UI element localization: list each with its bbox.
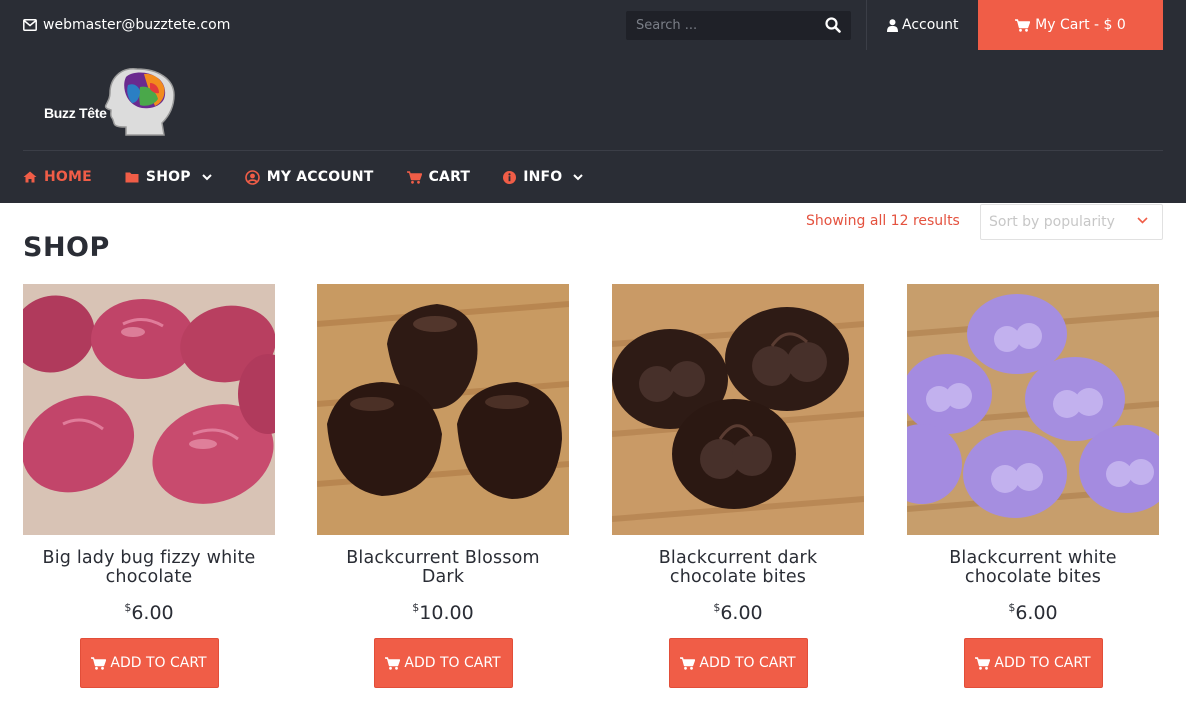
account-link[interactable]: Account [887,0,959,50]
product-name[interactable]: Blackcurrent white chocolate bites [907,549,1159,587]
product-name[interactable]: Big lady bug fizzy white chocolate [23,549,275,587]
add-to-cart-button[interactable]: ADD TO CART [668,638,808,688]
cart-icon [406,170,422,184]
search-input[interactable] [626,18,816,33]
main-nav: HOME SHOP MY ACCOUNT CART INFO [23,151,616,203]
product-price: $6.00 [612,601,864,624]
folder-icon [125,172,139,183]
product-card: Blackcurrent Blossom Dark $10.00 ADD TO … [317,284,569,688]
product-image-dark-domes[interactable] [317,284,569,535]
price-value: 10.00 [419,602,474,624]
product-card: Blackcurrent white chocolate bites $6.00… [907,284,1159,688]
brain-head-logo[interactable] [40,63,180,143]
add-to-cart-label: ADD TO CART [110,655,207,671]
price-value: 6.00 [131,602,174,624]
add-to-cart-button[interactable]: ADD TO CART [963,638,1103,688]
nav-item-my-account[interactable]: MY ACCOUNT [244,169,374,185]
add-to-cart-button[interactable]: ADD TO CART [79,638,219,688]
site-header: Buzz Tête HOME SHOP MY ACCOUNT CART INFO [0,50,1186,203]
home-icon [23,171,37,183]
nav-label-my-account: MY ACCOUNT [266,169,374,185]
product-price: $6.00 [907,601,1159,624]
price-value: 6.00 [720,602,763,624]
nav-label-cart: CART [428,169,471,185]
add-to-cart-label: ADD TO CART [994,655,1091,671]
nav-label-shop: SHOP [145,169,191,185]
add-to-cart-label: ADD TO CART [699,655,796,671]
search-box [626,11,851,40]
user-circle-icon [244,169,260,185]
add-to-cart-label: ADD TO CART [404,655,501,671]
product-name[interactable]: Blackcurrent Blossom Dark [317,549,569,587]
account-label: Account [902,17,959,33]
cart-icon [1015,18,1031,32]
cart-icon [91,656,107,670]
search-icon[interactable] [825,17,841,33]
email-text: webmaster@buzztete.com [43,17,231,33]
cart-icon [680,656,696,670]
chevron-down-icon [1137,217,1148,224]
product-image-dark-cherries[interactable] [612,284,864,535]
topbar-divider [866,0,867,50]
email-link[interactable]: webmaster@buzztete.com [23,0,230,50]
price-value: 6.00 [1015,602,1058,624]
product-name[interactable]: Blackcurrent dark chocolate bites [612,549,864,587]
add-to-cart-button[interactable]: ADD TO CART [373,638,513,688]
nav-item-info[interactable]: INFO [503,169,584,185]
cart-icon [975,656,991,670]
logo-text: Buzz Tête [44,105,107,121]
chevron-down-icon [201,173,212,180]
results-count: Showing all 12 results [806,213,960,229]
page-title: SHOP [23,232,110,263]
user-icon [887,18,898,32]
product-price: $6.00 [23,601,275,624]
product-price: $10.00 [317,601,569,624]
sort-select-value: Sort by popularity [989,214,1115,230]
cart-icon [385,656,401,670]
nav-label-home: HOME [44,169,92,185]
info-icon [503,170,517,184]
chevron-down-icon [573,173,584,180]
nav-item-shop[interactable]: SHOP [125,169,212,185]
envelope-icon [23,19,37,31]
product-card: Big lady bug fizzy white chocolate $6.00… [23,284,275,688]
my-cart-button[interactable]: My Cart - $ 0 [978,0,1163,50]
nav-label-info: INFO [523,169,563,185]
top-bar: webmaster@buzztete.com Account My Cart -… [0,0,1186,50]
product-card: Blackcurrent dark chocolate bites $6.00 … [612,284,864,688]
product-image-purple-cherries[interactable] [907,284,1159,535]
sort-select[interactable]: Sort by popularity [980,204,1163,240]
nav-item-cart[interactable]: CART [406,169,471,185]
product-image-ladybug[interactable] [23,284,275,535]
cart-label: My Cart - $ 0 [1035,17,1126,33]
nav-item-home[interactable]: HOME [23,169,92,185]
